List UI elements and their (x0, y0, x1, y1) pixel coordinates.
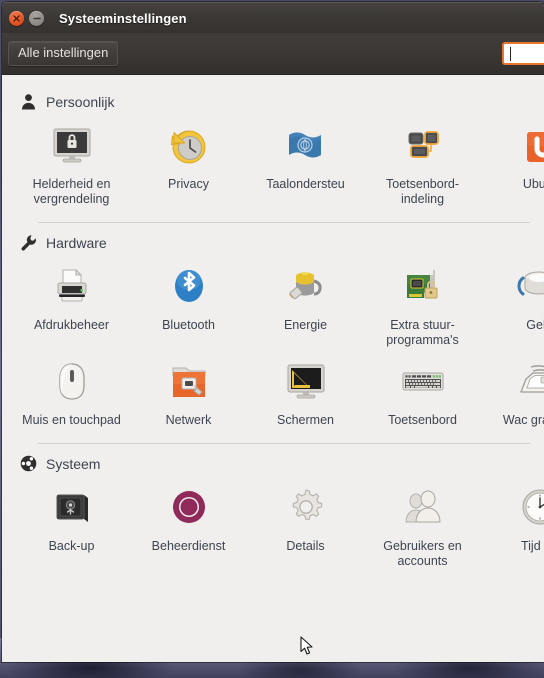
settings-tile-keyboard[interactable]: Toetsenbord (364, 354, 481, 434)
settings-tile-label: Gebruikers en accounts (383, 539, 462, 568)
settings-tile-label: Afdrukbeheer (33, 318, 110, 332)
driver-card-lock-icon (399, 263, 447, 311)
settings-tile-label: Tijd en (520, 539, 544, 553)
settings-tile-label: Helderheid en vergrendeling (32, 177, 111, 206)
grid-persoonlijk: Helderheid en vergrendeling Privacy Taal… (2, 118, 544, 213)
settings-tile-label: Muis en touchpad (22, 413, 121, 427)
gear-icon (282, 484, 330, 532)
settings-tile-label: Schermen (277, 413, 334, 427)
settings-tile-additional-drivers[interactable]: Extra stuur-programma's (364, 259, 481, 354)
settings-tile-network[interactable]: Netwerk (130, 354, 247, 434)
settings-tile-bluetooth[interactable]: Bluetooth (130, 259, 247, 354)
settings-tile-details[interactable]: Details (247, 480, 364, 575)
landscape-service-icon (165, 484, 213, 532)
window-titlebar: Systeeminstellingen (2, 2, 544, 33)
settings-tile-label: Netwerk (165, 413, 212, 427)
section-title-systeem: Systeem (46, 455, 101, 472)
section-header-hardware: Hardware (2, 223, 544, 259)
clock-rewind-icon (165, 122, 213, 170)
settings-tile-privacy[interactable]: Privacy (130, 118, 247, 213)
monitor-lock-icon (48, 122, 96, 170)
toolbar: Alle instellingen (2, 33, 544, 75)
settings-tile-keyboard-layout[interactable]: Toetsenbord-indeling (364, 118, 481, 213)
settings-tile-label: Extra stuur-programma's (386, 318, 459, 347)
settings-tile-label: Toetsenbord-indeling (386, 177, 459, 206)
settings-tile-time-date[interactable]: Tijd en (481, 480, 544, 575)
minimize-button[interactable] (29, 10, 44, 26)
keyboard-icon (399, 358, 447, 406)
network-folder-icon (165, 358, 213, 406)
users-icon (399, 484, 447, 532)
settings-tile-ubuntu-one[interactable]: Ubunt (481, 118, 544, 213)
window-title: Systeeminstellingen (59, 10, 187, 26)
section-header-systeem: Systeem (2, 444, 544, 480)
settings-tile-label: Privacy (168, 177, 209, 191)
mouse-icon (48, 358, 96, 406)
settings-tile-label: Toetsenbord (388, 413, 457, 427)
minimize-icon (32, 17, 41, 19)
settings-tile-displays[interactable]: Schermen (247, 354, 364, 434)
ubuntu-one-icon (516, 122, 544, 170)
settings-tile-label: Energie (283, 318, 328, 332)
settings-tile-label: Taalondersteu (266, 177, 345, 191)
section-title-persoonlijk: Persoonlijk (46, 93, 115, 110)
settings-tile-backup[interactable]: Back-up (13, 480, 130, 575)
settings-tile-sound[interactable]: Gelu (481, 259, 544, 354)
all-settings-button[interactable]: Alle instellingen (8, 40, 119, 67)
battery-power-icon (282, 263, 330, 311)
bluetooth-icon (165, 263, 213, 311)
settings-tile-landscape-service[interactable]: Beheerdienst (130, 480, 247, 575)
close-icon (13, 14, 20, 22)
settings-tile-language-support[interactable]: Taalondersteu (247, 118, 364, 213)
section-systeem: Systeem Back-up Beheerdienst Details Geb… (2, 444, 544, 575)
ubuntu-circle-icon (20, 455, 37, 472)
safe-vault-icon (48, 484, 96, 532)
settings-tile-mouse-touchpad[interactable]: Muis en touchpad (13, 354, 130, 434)
settings-tile-brightness-lock[interactable]: Helderheid en vergrendeling (13, 118, 130, 213)
person-icon (22, 94, 35, 110)
printer-icon (48, 263, 96, 311)
close-button[interactable] (9, 10, 24, 26)
settings-tile-label: Ubunt (522, 177, 544, 191)
settings-tile-label: Wac grafi tab (502, 413, 544, 427)
displays-icon (282, 358, 330, 406)
section-header-persoonlijk: Persoonlijk (2, 82, 544, 118)
settings-tile-label: Bluetooth (162, 318, 215, 332)
grid-hardware: Afdrukbeheer Bluetooth Energie Extra stu… (2, 259, 544, 434)
settings-tile-label: Details (286, 539, 325, 553)
settings-tile-label: Gelu (526, 318, 544, 332)
section-persoonlijk: Persoonlijk Helderheid en vergrendeling … (2, 82, 544, 213)
system-settings-window: Systeeminstellingen Alle instellingen Pe… (2, 2, 544, 662)
wacom-tablet-icon (516, 358, 544, 406)
grid-systeem: Back-up Beheerdienst Details Gebruikers … (2, 480, 544, 575)
settings-tile-label: Back-up (48, 539, 95, 553)
section-hardware: Hardware Afdrukbeheer Bluetooth Energie … (2, 223, 544, 434)
settings-tile-user-accounts[interactable]: Gebruikers en accounts (364, 480, 481, 575)
settings-tile-printing[interactable]: Afdrukbeheer (13, 259, 130, 354)
settings-content: Persoonlijk Helderheid en vergrendeling … (2, 75, 544, 662)
keyboard-layout-icon (399, 122, 447, 170)
settings-tile-wacom-tablet[interactable]: Wac grafi tab (481, 354, 544, 434)
settings-tile-label: Beheerdienst (151, 539, 226, 553)
clock-icon (516, 484, 544, 532)
wrench-icon (21, 235, 36, 251)
language-flag-icon (282, 122, 330, 170)
sound-speaker-icon (516, 263, 544, 311)
settings-tile-power[interactable]: Energie (247, 259, 364, 354)
search-box[interactable] (502, 42, 544, 65)
section-title-hardware: Hardware (46, 234, 107, 251)
search-input[interactable] (510, 46, 544, 61)
